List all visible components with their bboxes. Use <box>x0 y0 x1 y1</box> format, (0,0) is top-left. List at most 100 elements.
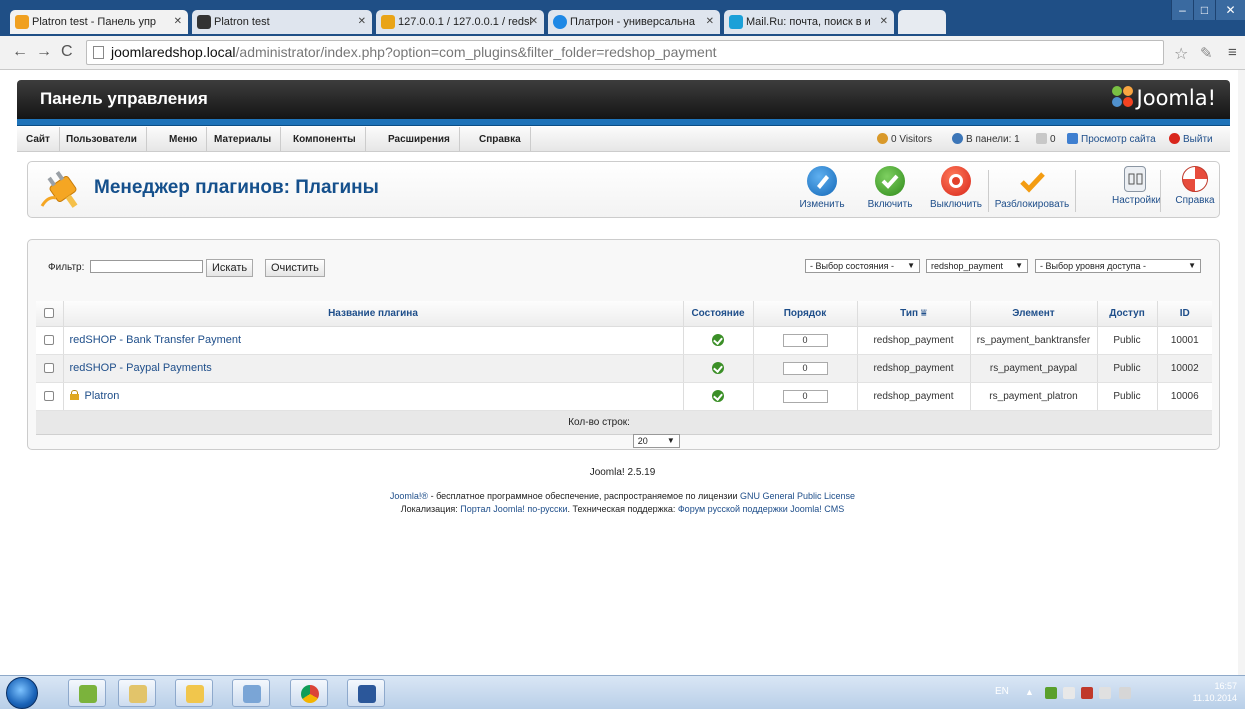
back-arrow-icon[interactable]: ← <box>12 43 28 61</box>
logout-link[interactable]: Выйти <box>1169 127 1213 152</box>
type-column-header[interactable]: Тип ⩸ <box>857 301 971 327</box>
menu-site[interactable]: Сайт <box>17 127 60 152</box>
support-forum-link[interactable]: Форум русской поддержки Joomla! CMS <box>678 504 844 514</box>
forward-arrow-icon[interactable]: → <box>36 43 52 61</box>
ordering-input[interactable]: 0 <box>782 361 828 375</box>
view-site-link[interactable]: Просмотр сайта <box>1067 127 1156 152</box>
browser-tab-1[interactable]: Platron test - Панель упр ✕ <box>10 10 188 34</box>
close-icon[interactable]: ✕ <box>174 10 182 34</box>
clock[interactable]: 16:57 11.10.2014 <box>1177 680 1237 704</box>
state-select[interactable]: - Выбор состояния - ▼ <box>805 259 920 273</box>
close-icon[interactable]: ✕ <box>530 10 538 34</box>
antivirus-icon[interactable] <box>1081 687 1093 699</box>
select-all-checkbox[interactable] <box>44 308 55 319</box>
id-cell: 10006 <box>1157 382 1212 411</box>
unlock-button[interactable]: Разблокировать <box>990 166 1074 210</box>
taskbar-app-6[interactable] <box>347 679 385 707</box>
row-checkbox[interactable] <box>44 390 55 401</box>
flag-icon[interactable] <box>1045 687 1057 699</box>
ordering-input[interactable]: 0 <box>782 389 828 403</box>
help-button[interactable]: Справка <box>1170 166 1220 206</box>
plugin-name-link[interactable]: redSHOP - Paypal Payments <box>70 362 212 374</box>
browser-tab-4[interactable]: Платрон - универсальна ✕ <box>548 10 720 34</box>
folder-icon <box>186 685 204 703</box>
enabled-check-icon[interactable] <box>712 362 724 374</box>
access-column-header[interactable]: Доступ <box>1097 301 1158 327</box>
admin-title: Панель управления <box>40 89 208 108</box>
visitors-status: 0 Visitors <box>877 127 932 152</box>
reload-icon[interactable]: C <box>61 43 73 61</box>
new-tab-button[interactable] <box>898 10 946 34</box>
menu-help[interactable]: Справка <box>470 127 531 152</box>
taskbar-app-1[interactable] <box>68 679 106 707</box>
taskbar-app-2[interactable] <box>118 679 156 707</box>
admins-icon <box>952 133 963 144</box>
close-icon[interactable]: ✕ <box>880 10 888 34</box>
device-icon[interactable] <box>1119 687 1131 699</box>
window-controls: – □ ✕ <box>1171 0 1245 20</box>
disable-button[interactable]: Выключить <box>924 166 988 210</box>
gpl-link[interactable]: GNU General Public License <box>740 491 855 501</box>
name-column-header[interactable]: Название плагина <box>63 301 684 327</box>
start-button[interactable] <box>6 677 38 709</box>
ordering-column-header[interactable]: Порядок <box>753 301 858 327</box>
id-cell: 10002 <box>1157 354 1212 383</box>
rows-per-page-select[interactable]: 20 ▼ <box>632 434 680 449</box>
keyboard-icon[interactable] <box>1099 687 1111 699</box>
id-column-header[interactable]: ID <box>1157 301 1212 327</box>
search-button[interactable]: Искать <box>206 259 254 277</box>
joomla-link[interactable]: Joomla!® <box>390 491 428 501</box>
joomla-logo-icon <box>1111 86 1134 108</box>
enabled-check-icon[interactable] <box>712 334 724 346</box>
mailru-favicon-icon <box>729 15 743 29</box>
folder-select[interactable]: redshop_payment ▼ <box>926 259 1028 273</box>
enable-button[interactable]: Включить <box>862 166 918 210</box>
menu-users[interactable]: Пользователи <box>57 127 147 152</box>
checkmark-icon <box>1017 166 1047 196</box>
access-cell: Public <box>1097 326 1158 355</box>
plugin-name-link[interactable]: Platron <box>85 390 120 402</box>
edit-button[interactable]: Изменить <box>794 166 850 210</box>
row-checkbox[interactable] <box>44 334 55 345</box>
access-select[interactable]: - Выбор уровня доступа - ▼ <box>1035 259 1201 273</box>
close-icon[interactable]: ✕ <box>358 10 366 34</box>
type-cell: redshop_payment <box>857 354 971 383</box>
element-column-header[interactable]: Элемент <box>970 301 1098 327</box>
close-icon[interactable]: ✕ <box>706 10 714 34</box>
browser-menu-icon[interactable]: ≡ <box>1228 44 1237 61</box>
taskbar-app-5[interactable] <box>290 679 328 707</box>
menu-extensions[interactable]: Расширения <box>379 127 460 152</box>
browser-tab-5[interactable]: Mail.Ru: почта, поиск в и ✕ <box>724 10 894 34</box>
ordering-input[interactable]: 0 <box>782 333 828 347</box>
state-cell <box>683 326 754 355</box>
menu-components[interactable]: Компоненты <box>284 127 366 152</box>
browser-tab-2[interactable]: Platron test ✕ <box>192 10 372 34</box>
maximize-icon[interactable]: □ <box>1193 0 1215 20</box>
signal-icon[interactable] <box>1063 687 1075 699</box>
taskbar-app-4[interactable] <box>232 679 270 707</box>
state-column-header[interactable]: Состояние <box>683 301 754 327</box>
options-icon <box>1124 166 1146 192</box>
close-window-icon[interactable]: ✕ <box>1215 0 1245 20</box>
tray-arrow-icon[interactable]: ▲ <box>1025 687 1037 699</box>
extension-icon[interactable]: ✎ <box>1200 44 1213 62</box>
address-bar[interactable]: joomlaredshop.local/administrator/index.… <box>86 40 1164 65</box>
dropdown-arrow-icon: ▼ <box>666 436 675 446</box>
minimize-icon[interactable]: – <box>1171 0 1193 20</box>
page-scrollbar[interactable] <box>1238 70 1245 675</box>
menu-content[interactable]: Материалы <box>205 127 282 152</box>
taskbar-app-3[interactable] <box>175 679 213 707</box>
menu-menus[interactable]: Меню <box>160 127 208 152</box>
bookmark-star-icon[interactable]: ☆ <box>1174 44 1188 64</box>
filter-search-input[interactable] <box>90 260 203 273</box>
browser-tab-3[interactable]: 127.0.0.1 / 127.0.0.1 / redsl ✕ <box>376 10 544 34</box>
language-indicator[interactable]: EN <box>995 686 1009 697</box>
joomla-portal-link[interactable]: Портал Joomla! по-русски <box>460 504 567 514</box>
options-button[interactable]: Настройки <box>1112 166 1161 206</box>
messages-status[interactable]: 0 <box>1036 127 1056 152</box>
enabled-check-icon[interactable] <box>712 390 724 402</box>
clear-button[interactable]: Очистить <box>265 259 325 277</box>
plugin-name-link[interactable]: redSHOP - Bank Transfer Payment <box>70 334 242 346</box>
row-checkbox[interactable] <box>44 362 55 373</box>
tab-title: Платрон - универсальна <box>570 16 695 28</box>
